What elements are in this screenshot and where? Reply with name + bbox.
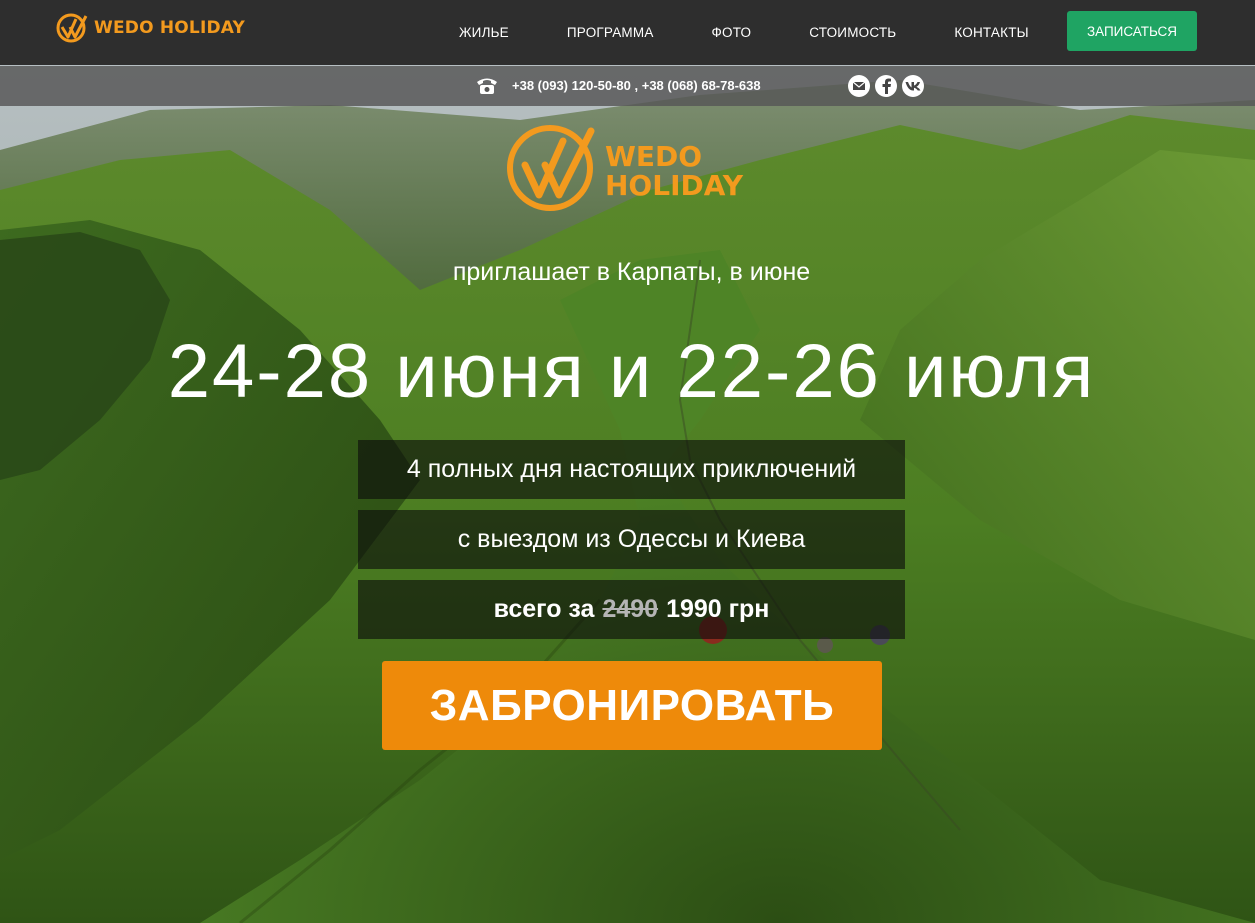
social-links bbox=[848, 75, 929, 97]
phone-numbers[interactable]: +38 (093) 120-50-80 , +38 (068) 68-78-63… bbox=[512, 78, 761, 93]
hero-section: WEDO HOLIDAY ЖИЛЬЕ ПРОГРАММА ФОТО СТОИМО… bbox=[0, 0, 1255, 923]
brand-logo[interactable]: WEDO HOLIDAY bbox=[56, 12, 245, 44]
signup-button[interactable]: ЗАПИСАТЬСЯ bbox=[1067, 11, 1197, 51]
info-box-departure: с выездом из Одессы и Киева bbox=[358, 510, 905, 569]
nav-item-photo[interactable]: ФОТО bbox=[712, 25, 752, 40]
hero-logo: WEDO HOLIDAY bbox=[505, 123, 765, 223]
checkmark-w-circle-icon bbox=[56, 13, 88, 43]
hero-logo-line2: HOLIDAY bbox=[605, 169, 744, 202]
tour-dates-heading: 24-28 июня и 22-26 июля bbox=[167, 329, 1096, 414]
price-prefix: всего за bbox=[493, 595, 595, 623]
nav-item-housing[interactable]: ЖИЛЬЕ bbox=[459, 25, 509, 40]
book-button[interactable]: ЗАБРОНИРОВАТЬ bbox=[382, 661, 882, 750]
brand-name: WEDO HOLIDAY bbox=[94, 18, 246, 38]
telephone-icon bbox=[477, 78, 497, 94]
top-navbar: WEDO HOLIDAY ЖИЛЬЕ ПРОГРАММА ФОТО СТОИМО… bbox=[0, 0, 1255, 65]
contact-bar: +38 (093) 120-50-80 , +38 (068) 68-78-63… bbox=[0, 66, 1255, 106]
nav-item-price[interactable]: СТОИМОСТЬ bbox=[809, 25, 896, 40]
email-icon[interactable] bbox=[848, 75, 870, 97]
facebook-icon[interactable] bbox=[875, 75, 897, 97]
main-nav: ЖИЛЬЕ ПРОГРАММА ФОТО СТОИМОСТЬ КОНТАКТЫ bbox=[430, 0, 1058, 65]
vk-icon[interactable] bbox=[902, 75, 924, 97]
nav-item-contacts[interactable]: КОНТАКТЫ bbox=[954, 25, 1028, 40]
old-price: 2490 bbox=[602, 595, 659, 623]
hero-logo-graphic: WEDO HOLIDAY bbox=[507, 125, 744, 211]
new-price: 1990 грн bbox=[666, 595, 770, 623]
nav-item-program[interactable]: ПРОГРАММА bbox=[567, 25, 654, 40]
hero-tagline: приглашает в Карпаты, в июне bbox=[452, 258, 811, 286]
info-box-price: всего за 2490 1990 грн bbox=[358, 580, 905, 639]
info-box-duration: 4 полных дня настоящих приключений bbox=[358, 440, 905, 499]
